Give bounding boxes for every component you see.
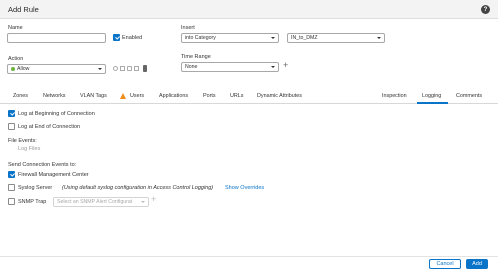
action-select-value: Allow bbox=[17, 66, 30, 72]
time-range-label: Time Range bbox=[181, 54, 211, 60]
log-files-label: Log Files bbox=[18, 146, 41, 152]
file-policy-icon[interactable] bbox=[127, 66, 132, 71]
fmc-checkbox[interactable] bbox=[8, 171, 15, 178]
chevron-down-icon bbox=[377, 37, 381, 39]
tab-urls[interactable]: URLs bbox=[230, 93, 243, 99]
snmp-trap-label: SNMP Trap bbox=[18, 199, 47, 205]
add-time-range-icon[interactable]: + bbox=[283, 60, 288, 70]
warning-icon bbox=[120, 92, 126, 99]
dialog-title: Add Rule bbox=[8, 5, 39, 14]
time-range-value: None bbox=[185, 64, 198, 70]
syslog-note: (Using default syslog configuration in A… bbox=[62, 185, 214, 191]
name-input[interactable] bbox=[7, 33, 106, 43]
syslog-label: Syslog Server bbox=[18, 185, 53, 191]
tab-inspection[interactable]: Inspection bbox=[382, 93, 407, 99]
insert-select-value: into Category bbox=[185, 35, 216, 41]
action-label: Action bbox=[8, 56, 24, 62]
chevron-down-icon bbox=[271, 37, 275, 39]
snmp-alert-placeholder: Select an SNMP Alert Configurat bbox=[57, 199, 133, 205]
tab-zones[interactable]: Zones bbox=[13, 93, 28, 99]
log-end-checkbox[interactable] bbox=[8, 123, 15, 130]
add-snmp-alert-icon[interactable]: + bbox=[151, 194, 156, 204]
fmc-label: Firewall Management Center bbox=[18, 172, 89, 178]
tab-logging[interactable]: Logging bbox=[422, 93, 441, 99]
tab-ports[interactable]: Ports bbox=[203, 93, 216, 99]
time-range-select[interactable]: None bbox=[181, 62, 279, 72]
insert-select[interactable]: into Category bbox=[181, 33, 279, 43]
snmp-trap-checkbox[interactable] bbox=[8, 198, 15, 205]
allow-icon bbox=[11, 67, 15, 71]
tab-comments[interactable]: Comments bbox=[456, 93, 482, 99]
tab-applications[interactable]: Applications bbox=[159, 93, 188, 99]
dialog-footer bbox=[0, 256, 498, 280]
dialog-header bbox=[0, 0, 498, 19]
cancel-button[interactable]: Cancel bbox=[429, 259, 461, 269]
variable-set-icon[interactable] bbox=[120, 66, 125, 71]
enabled-label: Enabled bbox=[122, 35, 143, 41]
log-beginning-checkbox[interactable] bbox=[8, 110, 15, 117]
tab-vlan-tags[interactable]: VLAN Tags bbox=[80, 93, 107, 99]
snmp-alert-select[interactable]: Select an SNMP Alert Configurat bbox=[53, 197, 149, 207]
tab-networks[interactable]: Networks bbox=[43, 93, 65, 99]
add-button[interactable]: Add bbox=[466, 259, 488, 269]
insert-target-select[interactable]: IN_to_DMZ bbox=[287, 33, 385, 43]
show-overrides-link[interactable]: Show Overrides bbox=[225, 185, 264, 191]
log-end-label: Log at End of Connection bbox=[18, 124, 81, 130]
intrusion-policy-icon[interactable] bbox=[113, 66, 118, 71]
action-select[interactable]: Allow bbox=[7, 64, 106, 74]
safe-search-icon[interactable] bbox=[143, 65, 147, 72]
tab-users[interactable]: Users bbox=[130, 93, 144, 99]
chevron-down-icon bbox=[98, 68, 102, 70]
chevron-down-icon bbox=[141, 201, 145, 203]
tab-dynamic-attributes[interactable]: Dynamic Attributes bbox=[257, 93, 302, 99]
chevron-down-icon bbox=[271, 66, 275, 68]
file-events-label: File Events: bbox=[8, 138, 37, 144]
name-label: Name bbox=[8, 25, 23, 31]
active-tab-indicator bbox=[417, 102, 448, 104]
enabled-checkbox[interactable] bbox=[113, 34, 120, 41]
insert-label: Insert bbox=[181, 25, 195, 31]
help-icon[interactable]: ? bbox=[481, 5, 490, 14]
insert-target-value: IN_to_DMZ bbox=[291, 35, 318, 41]
syslog-checkbox[interactable] bbox=[8, 184, 15, 191]
log-beginning-label: Log at Beginning of Connection bbox=[18, 111, 95, 117]
logging-icon[interactable] bbox=[134, 66, 139, 71]
send-events-label: Send Connection Events to: bbox=[8, 162, 77, 168]
